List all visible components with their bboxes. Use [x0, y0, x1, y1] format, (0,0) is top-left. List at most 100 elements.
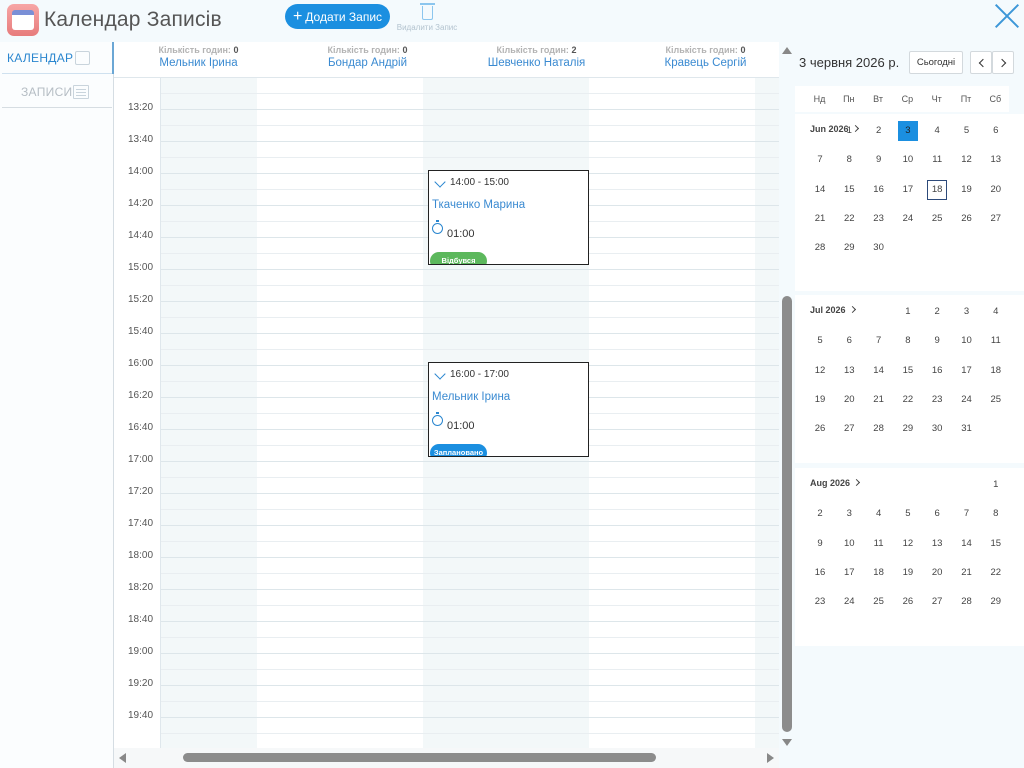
- calendar-day[interactable]: 2: [927, 302, 947, 322]
- staff-name[interactable]: Бондар Андрій: [283, 57, 452, 69]
- month-label[interactable]: Aug 2026: [810, 478, 861, 488]
- calendar-day[interactable]: 9: [869, 150, 889, 170]
- delete-appointment-button[interactable]: Видалити Запис: [396, 3, 458, 32]
- calendar-day[interactable]: 8: [986, 504, 1006, 524]
- calendar-day[interactable]: 27: [927, 592, 947, 612]
- calendar-day[interactable]: 29: [839, 238, 859, 258]
- calendar-day[interactable]: 21: [869, 390, 889, 410]
- calendar-day[interactable]: 26: [898, 592, 918, 612]
- calendar-day[interactable]: 18: [869, 563, 889, 583]
- calendar-day[interactable]: 5: [810, 331, 830, 351]
- calendar-day[interactable]: 27: [986, 209, 1006, 229]
- calendar-day[interactable]: 22: [898, 390, 918, 410]
- calendar-day[interactable]: 4: [869, 504, 889, 524]
- appointment-client[interactable]: Ткаченко Марина: [432, 199, 525, 211]
- calendar-day[interactable]: 9: [927, 331, 947, 351]
- calendar-day[interactable]: 11: [986, 331, 1006, 351]
- day-schedule-grid[interactable]: Кількість годин: 0 Мельник Ірина Кількість…: [114, 42, 779, 748]
- scroll-left-arrow-icon[interactable]: [119, 753, 126, 763]
- add-appointment-button[interactable]: + Додати Запис: [285, 4, 390, 29]
- calendar-day[interactable]: 6: [986, 121, 1006, 141]
- calendar-day[interactable]: 16: [810, 563, 830, 583]
- calendar-day[interactable]: 14: [869, 361, 889, 381]
- calendar-day[interactable]: 15: [898, 361, 918, 381]
- calendar-day[interactable]: 27: [839, 419, 859, 439]
- calendar-day[interactable]: 23: [869, 209, 889, 229]
- status-badge[interactable]: Заплановано: [430, 444, 487, 456]
- calendar-day[interactable]: 14: [957, 534, 977, 554]
- calendar-day[interactable]: 3: [839, 504, 859, 524]
- calendar-day[interactable]: 5: [898, 504, 918, 524]
- horizontal-scrollbar[interactable]: [114, 748, 779, 768]
- calendar-day[interactable]: 10: [957, 331, 977, 351]
- calendar-day[interactable]: 19: [898, 563, 918, 583]
- calendar-day[interactable]: 28: [810, 238, 830, 258]
- calendar-day[interactable]: 7: [869, 331, 889, 351]
- calendar-day[interactable]: 13: [839, 361, 859, 381]
- calendar-day[interactable]: 10: [839, 534, 859, 554]
- calendar-day[interactable]: 30: [927, 419, 947, 439]
- appointment-client[interactable]: Мельник Ірина: [432, 391, 510, 403]
- close-icon[interactable]: [994, 3, 1020, 29]
- calendar-day[interactable]: 9: [810, 534, 830, 554]
- calendar-day[interactable]: 18: [927, 179, 948, 200]
- calendar-day[interactable]: 31: [957, 419, 977, 439]
- calendar-day[interactable]: 1: [839, 121, 859, 141]
- calendar-day[interactable]: 20: [927, 563, 947, 583]
- calendar-day[interactable]: 25: [986, 390, 1006, 410]
- calendar-day[interactable]: 2: [869, 121, 889, 141]
- calendar-day[interactable]: 12: [957, 150, 977, 170]
- calendar-day[interactable]: 15: [839, 180, 859, 200]
- calendar-day[interactable]: 25: [869, 592, 889, 612]
- calendar-day[interactable]: 29: [986, 592, 1006, 612]
- calendar-day[interactable]: 23: [927, 390, 947, 410]
- calendar-day[interactable]: 20: [839, 390, 859, 410]
- calendar-day[interactable]: 12: [898, 534, 918, 554]
- prev-month-button[interactable]: [970, 51, 992, 74]
- calendar-day[interactable]: 21: [810, 209, 830, 229]
- calendar-day[interactable]: 7: [957, 504, 977, 524]
- status-badge[interactable]: Відбувся: [430, 252, 487, 264]
- appointment-card[interactable]: 16:00 - 17:00 Мельник Ірина 01:00 Заплан…: [428, 362, 589, 457]
- calendar-day[interactable]: 17: [839, 563, 859, 583]
- calendar-day[interactable]: 24: [898, 209, 918, 229]
- calendar-day[interactable]: 6: [927, 504, 947, 524]
- nav-records[interactable]: ЗАПИСИ: [2, 76, 112, 108]
- staff-name[interactable]: Мельник Ірина: [114, 57, 283, 69]
- calendar-day[interactable]: 17: [898, 180, 918, 200]
- month-label[interactable]: Jul 2026: [810, 305, 856, 315]
- scroll-down-arrow-icon[interactable]: [782, 739, 792, 746]
- calendar-day[interactable]: 4: [986, 302, 1006, 322]
- calendar-day[interactable]: 15: [986, 534, 1006, 554]
- calendar-day[interactable]: 5: [957, 121, 977, 141]
- chevron-down-icon[interactable]: [434, 368, 446, 380]
- chevron-down-icon[interactable]: [434, 176, 446, 188]
- calendar-day[interactable]: 26: [810, 419, 830, 439]
- calendar-day[interactable]: 24: [957, 390, 977, 410]
- staff-name[interactable]: Шевченко Наталія: [452, 57, 621, 69]
- calendar-day[interactable]: 14: [810, 180, 830, 200]
- calendar-day[interactable]: 25: [927, 209, 947, 229]
- calendar-day[interactable]: 7: [810, 150, 830, 170]
- calendar-day[interactable]: 22: [986, 563, 1006, 583]
- calendar-day[interactable]: 20: [986, 180, 1006, 200]
- calendar-day[interactable]: 26: [957, 209, 977, 229]
- calendar-day[interactable]: 11: [927, 150, 947, 170]
- calendar-day[interactable]: 8: [839, 150, 859, 170]
- calendar-day[interactable]: 1: [898, 302, 918, 322]
- calendar-day[interactable]: 10: [898, 150, 918, 170]
- vertical-scroll-thumb[interactable]: [782, 296, 792, 732]
- scroll-up-arrow-icon[interactable]: [782, 47, 792, 54]
- calendar-day[interactable]: 17: [957, 361, 977, 381]
- calendar-day[interactable]: 19: [810, 390, 830, 410]
- vertical-scrollbar[interactable]: [781, 42, 793, 748]
- calendar-day[interactable]: 16: [869, 180, 889, 200]
- next-month-button[interactable]: [992, 51, 1014, 74]
- calendar-day[interactable]: 12: [810, 361, 830, 381]
- calendar-day[interactable]: 18: [986, 361, 1006, 381]
- calendar-day[interactable]: 3: [897, 121, 918, 141]
- calendar-day[interactable]: 1: [986, 475, 1006, 495]
- calendar-day[interactable]: 24: [839, 592, 859, 612]
- horizontal-scroll-thumb[interactable]: [183, 753, 656, 762]
- calendar-day[interactable]: 13: [986, 150, 1006, 170]
